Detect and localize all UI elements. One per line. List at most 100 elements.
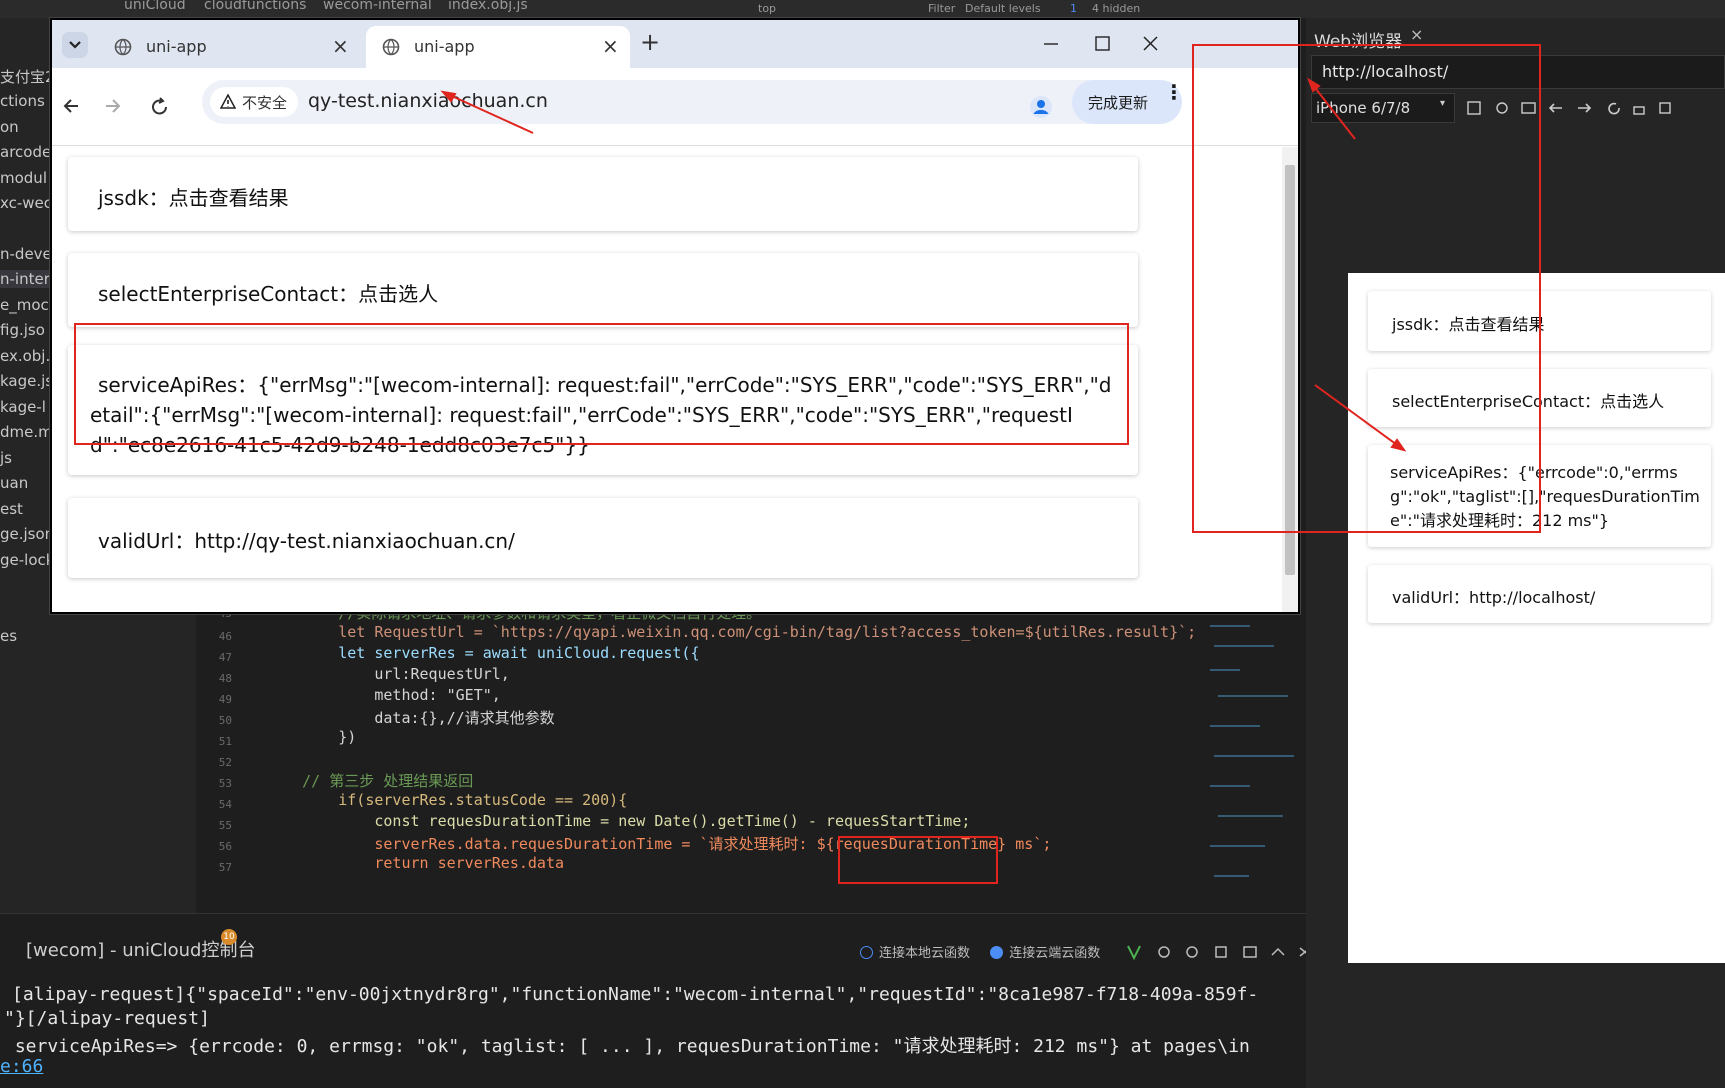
explorer-item[interactable]: fig.jso (0, 321, 45, 339)
code-line: method: "GET", (266, 686, 501, 704)
preview-card-select-contact[interactable]: selectEnterpriseContact：点击选人 (1368, 369, 1711, 427)
explorer-item[interactable]: kage-l (0, 398, 46, 416)
code-minimap[interactable] (1196, 605, 1306, 913)
code-line: // 第三步 处理结果返回 (266, 772, 474, 790)
code-line: if(serverRes.statusCode == 200){ (266, 791, 628, 809)
preview-card-jssdk[interactable]: jssdk：点击查看结果 (1368, 291, 1711, 351)
tab-strip: uni-app × uni-app × + (52, 20, 1298, 68)
scrollbar-thumb[interactable] (1285, 165, 1295, 575)
tab-title: uni-app (146, 37, 207, 56)
code-line: let serverRes = await uniCloud.request({ (266, 644, 700, 662)
tab-inactive[interactable]: uni-app × (98, 26, 362, 68)
preview-address-text: http://localhost/ (1322, 62, 1449, 81)
line-number: 46 (218, 630, 232, 643)
radio-local-icon[interactable] (860, 946, 873, 959)
console-line: serviceApiRes=> {errcode: 0, errmsg: "ok… (4, 1036, 1250, 1057)
devtools-hidden-count: 4 hidden (1092, 2, 1141, 15)
card-label: jssdk：点击查看结果 (98, 186, 289, 210)
explorer-item[interactable]: ctions (0, 92, 45, 110)
devtools-levels[interactable]: Default levels (965, 2, 1041, 15)
security-chip[interactable]: 不安全 (210, 87, 298, 117)
tab-close-icon[interactable]: × (332, 34, 349, 58)
devtools-context-select[interactable]: top (758, 2, 776, 15)
explorer-item[interactable]: n-deve (0, 245, 50, 263)
update-button[interactable]: 完成更新 ⋮ (1072, 80, 1184, 124)
devtools-filter[interactable]: Filter (928, 2, 955, 15)
explorer-item[interactable]: ex.obj. (0, 347, 50, 365)
breadcrumb-item[interactable]: wecom-internal (323, 0, 432, 13)
preview-card-label: serviceApiRes：{"errcode":0,"errmsg":"ok"… (1390, 463, 1700, 530)
preview-card-label: selectEnterpriseContact：点击选人 (1392, 392, 1665, 411)
address-bar[interactable]: 不安全 qy-test.nianxiaochuan.cn (202, 80, 1167, 124)
page-scrollbar[interactable] (1282, 147, 1298, 612)
console-output: [alipay-request]{"spaceId":"env-00jxtnyd… (0, 973, 1306, 1088)
card-valid-url[interactable]: validUrl：http://qy-test.nianxiaochuan.cn… (68, 498, 1138, 578)
code-line: data:{},//请求其他参数 (266, 709, 555, 727)
tab-search-icon[interactable] (62, 32, 88, 58)
explorer-item[interactable]: es (0, 627, 17, 645)
update-label: 完成更新 (1088, 94, 1149, 112)
explorer-item[interactable]: kage.js (0, 372, 50, 390)
code-line: const requesDurationTime = new Date().ge… (266, 812, 971, 830)
code-line: }) (266, 728, 357, 746)
line-number: 51 (218, 735, 232, 748)
line-number: 52 (218, 756, 232, 769)
preview-tab-title[interactable]: Web浏览器 (1314, 27, 1402, 52)
cloud-mode-radios: 连接本地云函数 连接云端云函数 (860, 942, 1100, 961)
nav-buttons[interactable] (62, 96, 174, 116)
preview-card-valid-url[interactable]: validUrl：http://localhost/ (1368, 565, 1711, 623)
line-number: 47 (218, 651, 232, 664)
code-line: let RequestUrl = `https://qyapi.weixin.q… (266, 623, 1197, 641)
explorer-item[interactable]: arcode (0, 143, 50, 161)
card-label: selectEnterpriseContact：点击选人 (98, 282, 439, 306)
explorer-item-selected[interactable]: n-inter (0, 270, 50, 288)
explorer-item[interactable]: est (0, 500, 23, 518)
preview-toolbar-icons[interactable] (1466, 100, 1686, 116)
console-source-link[interactable]: e:66 (0, 1056, 43, 1077)
card-service-api[interactable]: serviceApiRes：{"errMsg":"[wecom-internal… (68, 345, 1138, 475)
radio-cloud-label[interactable]: 连接云端云函数 (1009, 946, 1100, 961)
preview-device-select[interactable]: iPhone 6/7/8 ▾ (1311, 93, 1455, 123)
tab-active[interactable]: uni-app × (366, 26, 630, 68)
preview-card-label: jssdk：点击查看结果 (1392, 315, 1545, 334)
card-select-contact[interactable]: selectEnterpriseContact：点击选人 (68, 253, 1138, 327)
explorer-item[interactable]: modul (0, 169, 47, 187)
code-editor[interactable]: 45 46 47 48 49 50 51 52 53 54 55 56 57 /… (196, 604, 1197, 913)
preview-card-service-api[interactable]: serviceApiRes：{"errcode":0,"errmsg":"ok"… (1368, 445, 1711, 547)
preview-tab-close-icon[interactable]: × (1410, 25, 1423, 44)
card-jssdk[interactable]: jssdk：点击查看结果 (68, 157, 1138, 231)
browser-window: uni-app × uni-app × + 不安全 qy-test.nianxi… (50, 18, 1300, 614)
breadcrumb-item[interactable]: cloudfunctions (204, 0, 306, 13)
preview-address-bar[interactable]: http://localhost/ (1311, 55, 1725, 89)
console-header: [wecom] - uniCloud控制台 10 连接本地云函数 连接云端云函数 (0, 913, 1311, 973)
devtools-issues-count[interactable]: 1 (1070, 2, 1077, 15)
breadcrumb-item[interactable]: index.obj.js (448, 0, 528, 13)
explorer-item[interactable]: on (0, 118, 19, 136)
explorer-item[interactable]: e_moc (0, 296, 49, 314)
code-line: url:RequestUrl, (266, 665, 510, 683)
line-number: 54 (218, 798, 232, 811)
explorer-item[interactable]: ge.json (0, 525, 50, 543)
radio-local-label[interactable]: 连接本地云函数 (879, 946, 970, 961)
breadcrumb-item[interactable]: uniCloud (124, 0, 186, 13)
explorer-item[interactable]: 支付宝2 (0, 66, 50, 87)
window-controls[interactable] (1042, 34, 1162, 54)
explorer-item[interactable]: uan (0, 474, 28, 492)
kebab-menu-icon[interactable]: ⋮ (1164, 82, 1184, 102)
radio-cloud-icon[interactable] (990, 946, 1004, 959)
explorer-item[interactable]: dme.m (0, 423, 50, 441)
profile-icon[interactable] (1030, 96, 1052, 118)
tab-title: uni-app (414, 37, 475, 56)
url-text: qy-test.nianxiaochuan.cn (308, 90, 548, 112)
console-badge: 10 (221, 929, 237, 945)
explorer-item[interactable]: xc-wec (0, 194, 50, 212)
explorer-item[interactable]: ge-lock.json (0, 551, 50, 569)
code-line: return serverRes.data (266, 854, 565, 872)
explorer-item[interactable]: js (0, 449, 12, 467)
console-toolbar-icons[interactable] (1126, 944, 1326, 960)
new-tab-icon[interactable]: + (640, 28, 660, 56)
ide-top-bar: uniCloud cloudfunctions wecom-internal i… (0, 0, 1725, 18)
line-number: 49 (218, 693, 232, 706)
preview-viewport: jssdk：点击查看结果 selectEnterpriseContact：点击选… (1348, 273, 1725, 963)
tab-close-icon[interactable]: × (602, 34, 619, 58)
